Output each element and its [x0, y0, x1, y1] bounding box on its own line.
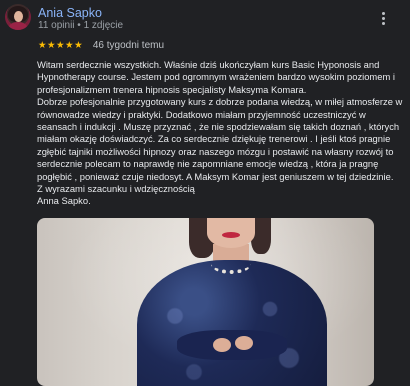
reviewer-avatar[interactable] — [5, 4, 31, 30]
review-paragraph-1: Witam serdecznie wszystkich. Właśnie dzi… — [37, 59, 395, 95]
photo-arms — [177, 330, 287, 360]
photo-hand — [235, 336, 253, 350]
more-vert-icon-dot — [382, 22, 385, 25]
photo-hand — [213, 338, 231, 352]
more-vert-icon — [382, 12, 385, 15]
more-vert-icon-dot — [382, 17, 385, 20]
review-signature: Anna Sapko. — [37, 195, 91, 207]
photo-lips — [222, 232, 240, 238]
star-rating: ★★★★★ — [38, 40, 84, 51]
review-photo[interactable] — [37, 218, 374, 386]
photo-dress-pattern — [137, 260, 327, 386]
review-paragraph-2: Dobrze pofesjonalnie przygotowany kurs z… — [37, 96, 403, 182]
more-options-button[interactable] — [378, 10, 390, 28]
review-time: 46 tygodni temu — [92, 40, 165, 51]
rating-row: ★★★★★ 46 tygodni temu — [38, 40, 164, 52]
review-closing: Z wyrazami szacunku i wdzięcznością — [37, 183, 195, 195]
photo-necklace — [211, 254, 251, 274]
review-header: Ania Sapko 11 opinii • 1 zdjęcie — [0, 0, 410, 36]
reviewer-name[interactable]: Ania Sapko — [38, 6, 102, 20]
reviewer-meta: 11 opinii • 1 zdjęcie — [38, 20, 124, 31]
review-text: Witam serdecznie wszystkich. Właśnie dzi… — [37, 59, 405, 208]
